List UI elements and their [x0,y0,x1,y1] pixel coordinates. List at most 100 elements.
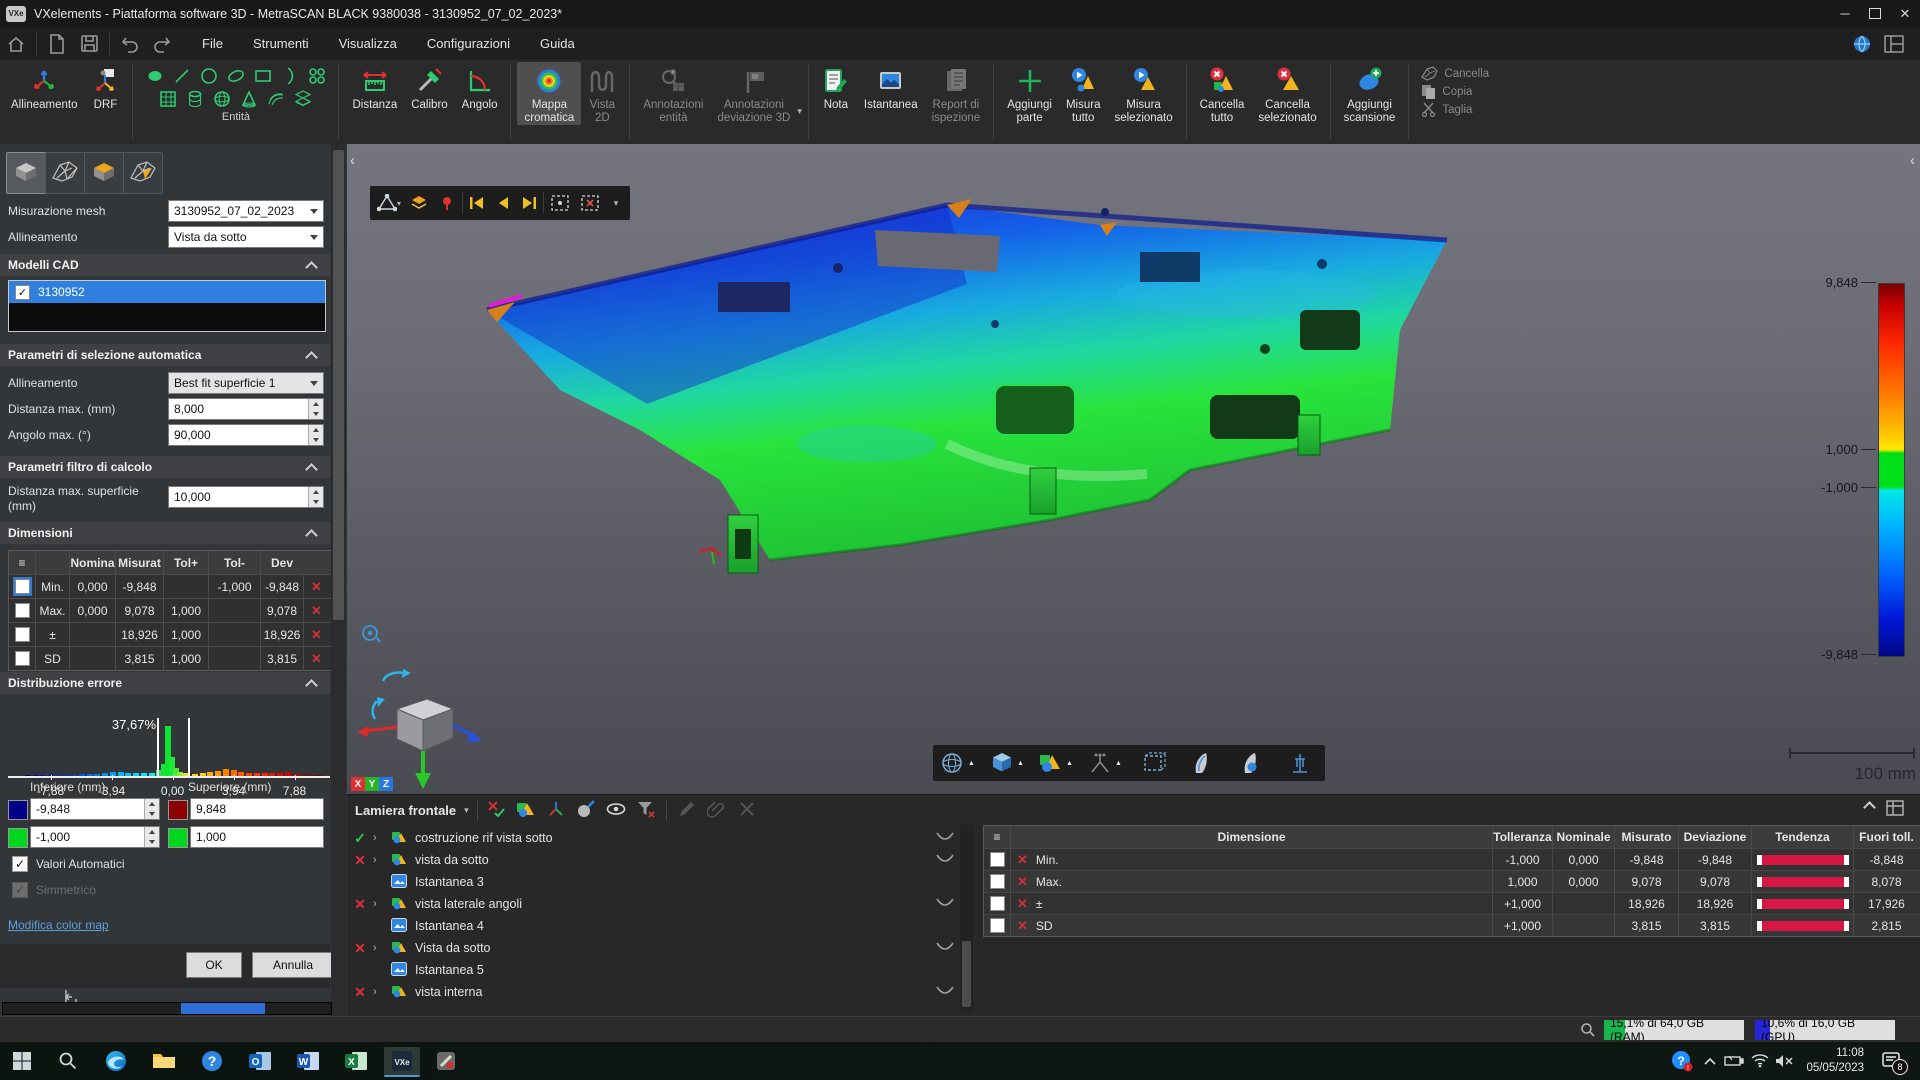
tree-item-label[interactable]: Vista da sotto [415,941,491,955]
first-item-icon[interactable] [465,196,489,210]
entity-surface-icon[interactable] [265,87,288,110]
help-app-icon[interactable]: ? [198,1047,226,1075]
tree-scrollbar[interactable] [960,825,973,1011]
delete-dimension-icon[interactable]: ✕ [311,603,322,619]
menu-file[interactable]: File [202,36,223,51]
mode-cad-colormap-button[interactable] [84,152,124,194]
eye-icon[interactable] [606,799,626,822]
distanza-max-input[interactable]: 8,000 [168,398,324,420]
entity-circle-icon[interactable] [197,64,220,87]
dim-col-header[interactable]: ≡ [9,551,35,574]
tree-group-caret-icon[interactable]: ▾ [464,805,469,816]
orientation-cube-widget[interactable]: X Y Z [349,665,489,793]
delete-dimension-icon[interactable]: ✕ [311,627,322,643]
collapse-curve-icon[interactable] [935,941,955,955]
drf-button[interactable]: DRF [84,62,126,112]
misurazione-mesh-combo[interactable]: 3130952_07_02_2023 [168,200,324,222]
notification-center-icon[interactable]: 8 [1874,1047,1908,1075]
dim-col-header[interactable]: Nomina [69,551,115,574]
toolb-more-icon[interactable]: ▾ [606,198,626,209]
minimize-button[interactable]: ─ [1830,0,1860,27]
annulla-button[interactable]: Annulla [252,952,334,978]
language-globe-icon[interactable] [1849,32,1875,56]
tree-item[interactable]: ✕›Vista da sotto [347,937,977,959]
collapse-left-panel-icon[interactable]: ‹ [350,152,355,169]
limit-high-color-swatch[interactable] [168,800,188,820]
panel-scrollbar[interactable] [331,144,346,1016]
angolo-max-input[interactable]: 90,000 [168,424,324,446]
result-col-header[interactable]: Tolleranza [1492,826,1552,848]
collapse-curve-icon[interactable] [935,897,955,911]
zoom-selected-icon[interactable] [576,194,604,212]
battery-icon[interactable] [1722,1047,1746,1075]
collapse-right-panel-icon[interactable]: ‹ [1910,152,1915,169]
misura-tutto-button[interactable]: Misura tutto [1059,62,1108,125]
close-button[interactable]: ✕ [1890,0,1920,27]
dim-col-header[interactable]: Misurat [115,551,163,574]
result-row[interactable]: ✕SD+1,0003,8153,8152,815 [984,914,1920,936]
rotation-center-icon[interactable] [359,622,383,649]
layout-panels-icon[interactable] [1881,32,1907,56]
entity-ellipse-icon[interactable] [224,64,247,87]
panel-scrollbar-thumb[interactable] [333,150,344,620]
tree-item[interactable]: ✕›vista interna [347,981,977,1003]
tree-item[interactable]: Istantanea 5 [347,959,977,981]
deviation-surface-icon[interactable] [1229,751,1275,775]
dimension-row[interactable]: SD3,8151,0003,815✕ [9,646,331,670]
taskbar-clock[interactable]: 11:0805/05/2023 [1798,1046,1864,1076]
result-checkbox[interactable] [990,852,1005,867]
menu-configurazioni[interactable]: Configurazioni [427,36,510,51]
selection-mode-icon[interactable]: ▾ [374,194,404,212]
entity-rectangle-icon[interactable] [251,64,274,87]
dim-col-header[interactable] [35,551,69,574]
tree-item-label[interactable]: Istantanea 4 [415,919,484,933]
toggle-visibility-icon[interactable] [486,799,506,822]
istantanea-button[interactable]: Istantanea [857,62,925,112]
menu-visualizza[interactable]: Visualizza [339,36,397,51]
delete-dimension-icon[interactable]: ✕ [311,579,322,595]
cad-view-icon[interactable]: ▲ [984,751,1030,775]
valori-automatici-row[interactable]: ✓ Valori Automatici [12,856,124,872]
result-col-header[interactable]: Fuori toll. [1853,826,1919,848]
zoom-search-icon[interactable] [1580,1022,1596,1041]
collapse-bottom-panel-icon[interactable] [1865,801,1874,815]
allineamento-button[interactable]: Allineamento [4,62,84,112]
tray-help-icon[interactable]: ?! [1668,1047,1696,1075]
annotazioni-deviazione-3d-caret-icon[interactable]: ▾ [797,106,802,117]
filtro-calcolo-header[interactable]: Parametri filtro di calcolo [0,456,330,478]
limit-high-input[interactable]: 9,848 [190,798,324,820]
delete-dimension-icon[interactable]: ✕ [311,651,322,667]
tree-group-selector[interactable]: Lamiera frontale [355,803,456,818]
layers-icon[interactable] [406,194,432,212]
part-3d-model[interactable] [347,144,1920,794]
entity-plane-grid-icon[interactable] [157,87,180,110]
show-axis-icon[interactable] [546,799,566,822]
tree-item[interactable]: ✕›vista laterale angoli [347,893,977,915]
mesh-view-icon[interactable]: ▲ [935,751,981,775]
distanza-button[interactable]: Distanza [345,62,404,112]
color-test-icon[interactable] [576,799,596,822]
entities-view-icon[interactable]: ▲ [1033,751,1079,775]
probe-point-icon[interactable] [434,195,460,211]
tree-scrollbar-thumb[interactable] [962,941,971,1007]
entity-point-icon[interactable] [143,64,166,87]
result-col-header[interactable]: Misurato [1614,826,1678,848]
tree-item-label[interactable]: Istantanea 3 [415,875,484,889]
result-checkbox[interactable] [990,874,1005,889]
result-checkbox[interactable] [990,896,1005,911]
edge-browser-icon[interactable] [102,1047,130,1075]
tol-low-color-swatch[interactable] [8,828,28,848]
distribuzione-errore-header[interactable]: Distribuzione errore [0,672,330,694]
mode-cad-button[interactable] [6,152,46,194]
result-row[interactable]: ✕Min.-1,0000,000-9,848-9,848-8,848 [984,848,1920,870]
limit-low-color-swatch[interactable] [8,800,28,820]
tol-low-input[interactable]: -1,000 [30,826,160,848]
dimension-checkbox[interactable] [15,627,30,642]
excel-icon[interactable]: X [342,1047,370,1075]
result-checkbox[interactable] [990,918,1005,933]
tree-item-label[interactable]: vista da sotto [415,853,489,867]
wifi-icon[interactable] [1748,1047,1772,1075]
vxelements-taskbar-icon[interactable]: VXe [384,1047,420,1077]
tree-item[interactable]: ✕›vista da sotto [347,849,977,871]
undo-icon[interactable] [117,32,143,56]
